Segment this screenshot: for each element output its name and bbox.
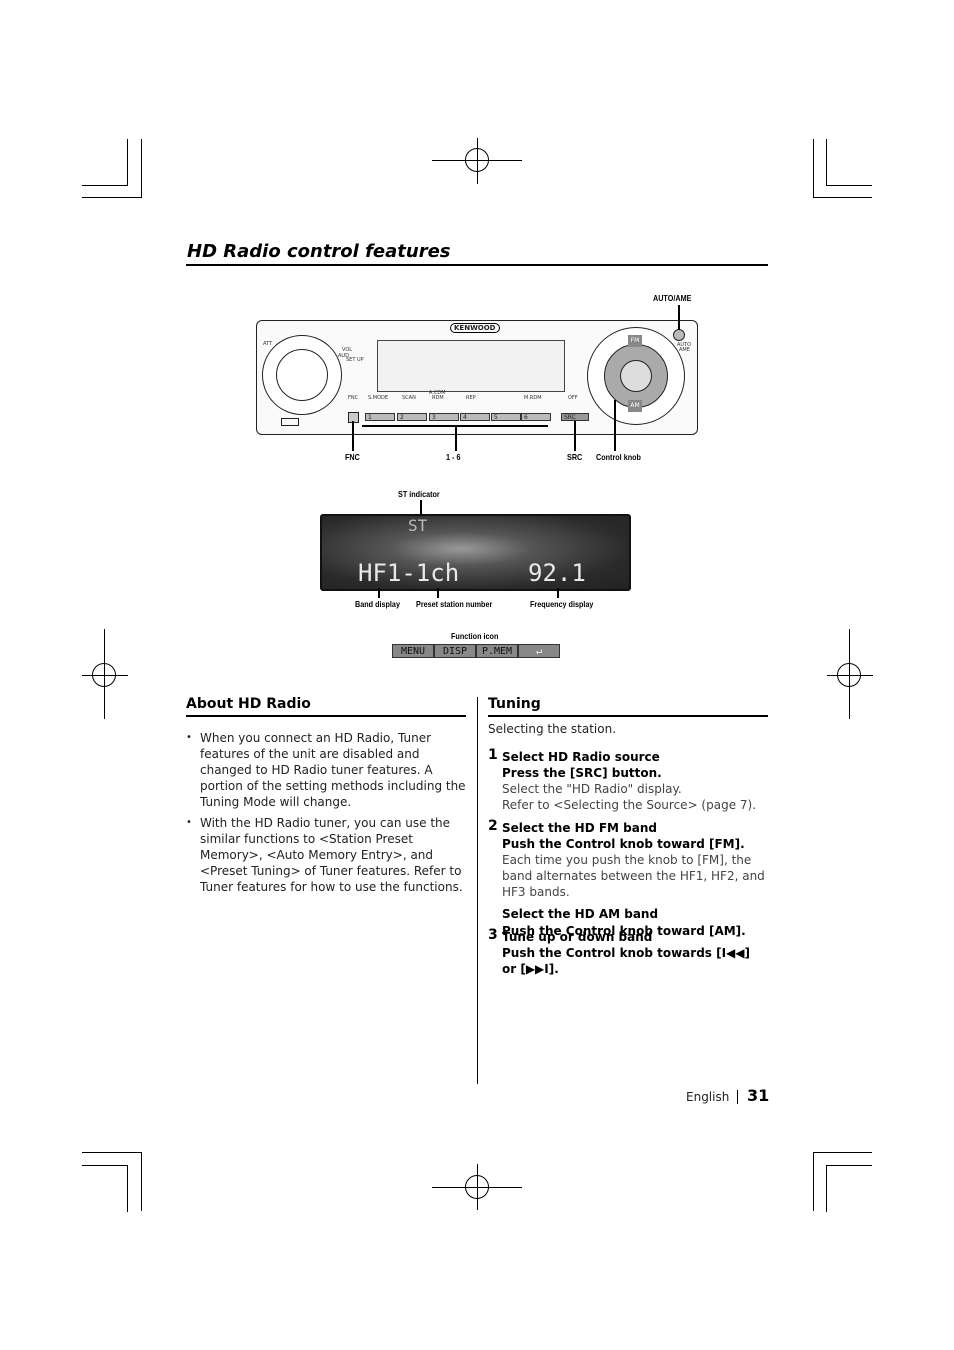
- step-note: Select the "HD Radio" display.: [502, 782, 682, 796]
- step-number: 1: [488, 747, 498, 763]
- preset-button-5: 5: [491, 413, 521, 421]
- step-action: Press the [SRC] button.: [502, 766, 662, 780]
- page-number: 31: [747, 1086, 770, 1105]
- step-title: Tune up or down band: [502, 930, 653, 944]
- step-note: Refer to <Selecting the Source> (page 7)…: [502, 798, 757, 812]
- lcd-screen: ST HF1-1ch 92.1: [320, 514, 631, 591]
- preset-button-3: 3: [429, 413, 459, 421]
- step-number: 2: [488, 818, 498, 834]
- auto-ame-callout: AUTO/AME: [653, 293, 692, 303]
- off-label: OFF: [568, 395, 578, 401]
- band-display: HF1-1ch: [358, 559, 460, 587]
- src-button: SRC: [561, 413, 589, 421]
- step-1: Select HD Radio source Press the [SRC] b…: [502, 749, 768, 813]
- att-label: ATT: [263, 341, 273, 347]
- step-3: Tune up or down band Push the Control kn…: [502, 929, 768, 977]
- rdm-label: RDM: [432, 395, 444, 401]
- function-icon-callout: Function icon: [451, 631, 499, 641]
- list-item: With the HD Radio tuner, you can use the…: [186, 815, 468, 895]
- kenwood-logo: KENWOOD: [450, 323, 500, 333]
- smode-label: S.MODE: [368, 395, 389, 401]
- auto-ame-button: [673, 329, 685, 341]
- src-callout: SRC: [567, 452, 583, 462]
- title-rule: [186, 264, 768, 266]
- preset-button-6: 6: [521, 413, 551, 421]
- menu-icon: MENU: [392, 644, 434, 658]
- page-title: HD Radio control features: [187, 241, 451, 262]
- footer-language: English: [686, 1090, 730, 1104]
- step-number: 3: [488, 927, 498, 943]
- preset-button-1: 1: [365, 413, 395, 421]
- preset-number-callout: Preset station number: [416, 599, 493, 609]
- step-action: Push the Control knob towards [I◀◀] or […: [502, 946, 750, 976]
- st-indicator: ST: [408, 516, 428, 535]
- enter-icon: ↵: [518, 644, 560, 658]
- st-indicator-callout: ST indicator: [398, 489, 440, 499]
- fnc-panel-label: FNC: [348, 395, 359, 401]
- scan-label: SCAN: [402, 395, 416, 401]
- control-knob-callout: Control knob: [596, 452, 641, 462]
- tuning-intro: Selecting the station.: [488, 722, 617, 736]
- step-2: Select the HD FM band Push the Control k…: [502, 820, 768, 939]
- step-note: Each time you push the knob to [FM], the…: [502, 853, 765, 899]
- step-title: Select the HD FM band: [502, 821, 657, 835]
- rep-label: REP: [466, 395, 476, 401]
- step-title: Select the HD AM band: [502, 907, 659, 921]
- tuning-heading: Tuning: [488, 696, 541, 712]
- frequency-display-callout: Frequency display: [530, 599, 594, 609]
- band-display-callout: Band display: [355, 599, 400, 609]
- step-action: Push the Control knob toward [FM].: [502, 837, 745, 851]
- fm-label: FM: [628, 335, 642, 347]
- preset-button-2: 2: [397, 413, 427, 421]
- ame-label: AME: [679, 347, 690, 353]
- frequency-display: 92.1: [528, 559, 586, 587]
- display-window: [377, 340, 565, 392]
- about-heading: About HD Radio: [186, 696, 311, 712]
- eject-button: [281, 418, 299, 426]
- column-divider: [477, 697, 478, 1084]
- fnc-callout: FNC: [345, 452, 360, 462]
- mrdm-label: M.RDM: [524, 395, 542, 401]
- manual-page: HD Radio control features KENWOOD ATT VO…: [0, 0, 954, 1350]
- list-item: When you connect an HD Radio, Tuner feat…: [186, 730, 468, 810]
- about-list: When you connect an HD Radio, Tuner feat…: [186, 730, 468, 900]
- presets-callout: 1 - 6: [446, 452, 461, 462]
- preset-button-4: 4: [460, 413, 490, 421]
- pmem-icon: P.MEM: [476, 644, 518, 658]
- setup-label: SET UP: [346, 357, 364, 363]
- am-label: AM: [628, 400, 642, 412]
- step-title: Select HD Radio source: [502, 750, 660, 764]
- control-knob: [620, 360, 652, 392]
- disp-icon: DISP: [434, 644, 476, 658]
